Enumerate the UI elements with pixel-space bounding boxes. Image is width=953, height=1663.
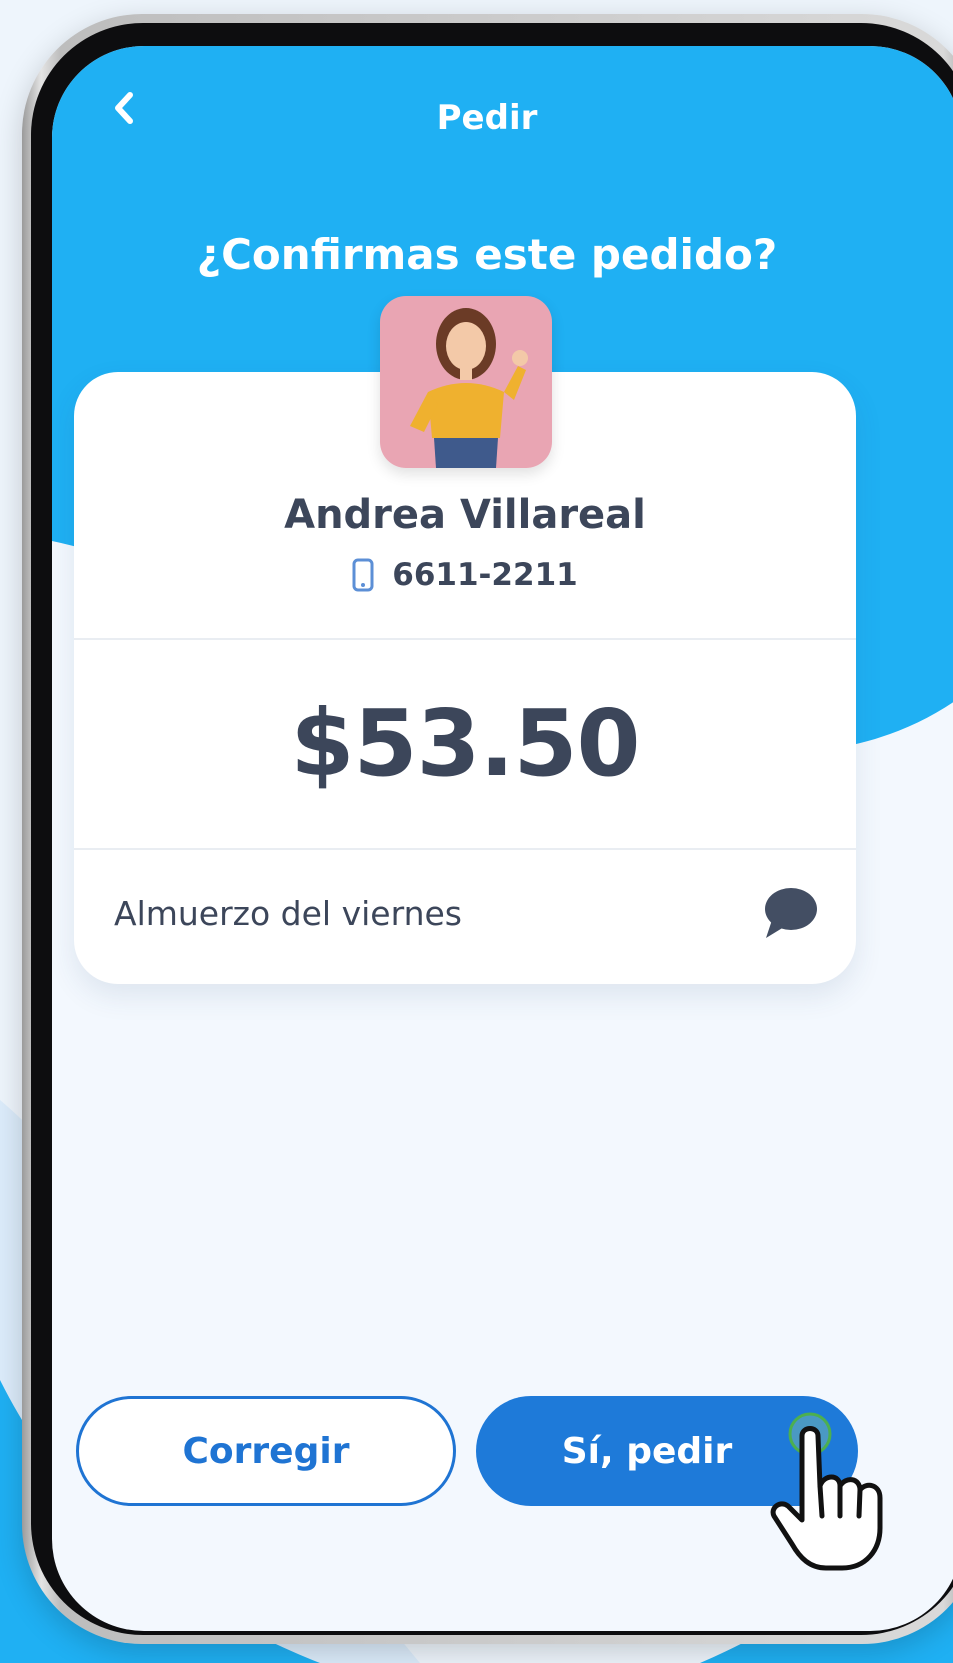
confirm-order-label: Sí, pedir: [561, 1430, 733, 1472]
recipient-name: Andrea Villareal: [284, 492, 646, 538]
recipient-phone-row: 6611-2211: [74, 557, 856, 593]
pointer-hand-icon: [770, 1412, 883, 1571]
avatar: [380, 296, 552, 468]
avatar-photo: [380, 296, 552, 468]
recipient-phone: 6611-2211: [392, 557, 578, 593]
order-note-row: Almuerzo del viernes: [74, 850, 856, 984]
screen-title: Pedir: [436, 98, 538, 138]
correct-button[interactable]: Corregir: [76, 1396, 456, 1506]
phone-frame: Pedir ¿Confirmas este pedido? Andrea Vil…: [22, 14, 953, 1644]
order-note: Almuerzo del viernes: [114, 894, 462, 933]
confirmation-question: ¿Confirmas este pedido?: [196, 230, 778, 279]
smartphone-icon: [352, 558, 374, 592]
app-screen: Pedir ¿Confirmas este pedido? Andrea Vil…: [52, 46, 953, 1631]
order-amount: $53.50: [290, 690, 640, 797]
divider: [74, 638, 856, 640]
comment-bubble-icon[interactable]: [762, 886, 818, 940]
top-bar: Pedir: [52, 46, 953, 156]
